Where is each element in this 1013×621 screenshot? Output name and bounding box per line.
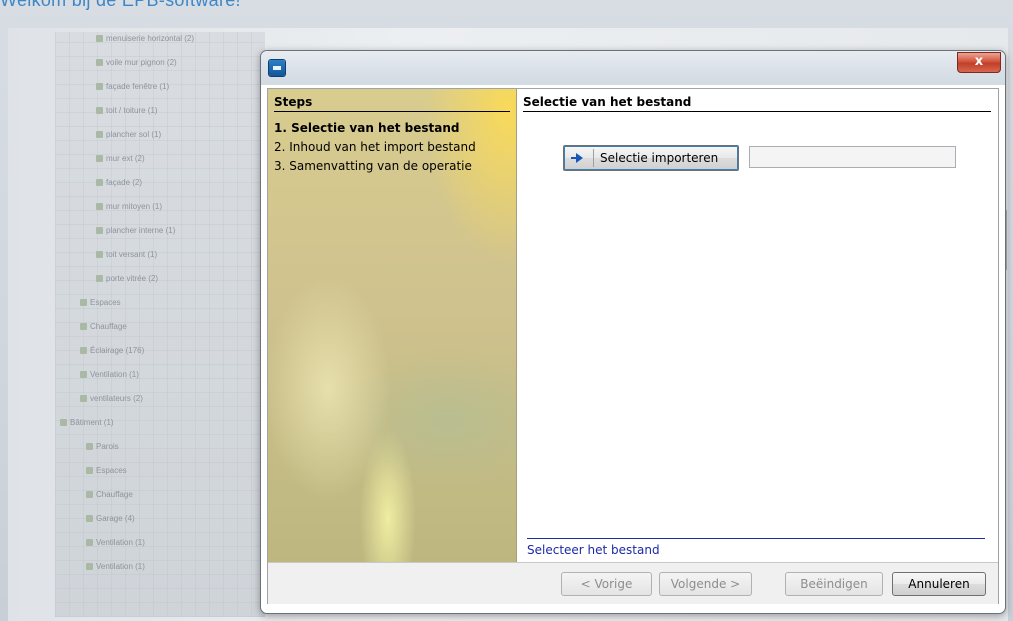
background-tree-item: Ventilation (1) bbox=[80, 370, 139, 379]
steps-header: Steps bbox=[274, 95, 510, 112]
button-separator bbox=[593, 149, 594, 167]
background-tree-item: façade fenêtre (1) bbox=[96, 82, 169, 91]
import-wizard-dialog: x Steps 1. Selectie van het bestand 2. I… bbox=[260, 50, 1006, 614]
wizard-content: Steps 1. Selectie van het bestand 2. Inh… bbox=[267, 88, 999, 604]
selected-file-field[interactable] bbox=[749, 146, 956, 168]
app-icon bbox=[269, 60, 285, 76]
background-tree-item: Espaces bbox=[86, 466, 127, 475]
background-tree-item: toit versant (1) bbox=[96, 250, 157, 259]
next-button[interactable]: Volgende > bbox=[659, 572, 752, 596]
background-tree-item: Garage (4) bbox=[86, 514, 135, 523]
background-tree-item: Éclairage (176) bbox=[80, 346, 144, 355]
main-header: Selectie van het bestand bbox=[523, 95, 991, 112]
background-tree-item: voile mur pignon (2) bbox=[96, 58, 177, 67]
status-message: Selecteer het bestand bbox=[527, 538, 985, 557]
background-tree-item: ventilateurs (2) bbox=[80, 394, 143, 403]
step-3: 3. Samenvatting van de operatie bbox=[274, 159, 472, 173]
background-tree-item: Parois bbox=[86, 442, 119, 451]
import-selection-button[interactable]: Selectie importeren bbox=[563, 145, 739, 171]
background-tree-item: mur ext (2) bbox=[96, 154, 145, 163]
dialog-titlebar[interactable]: x bbox=[261, 51, 1005, 85]
background-title: Welkom bij de EPB-software! bbox=[0, 0, 241, 10]
background-tree-item: toit / toiture (1) bbox=[96, 106, 158, 115]
cancel-button[interactable]: Annuleren bbox=[892, 572, 986, 596]
background-tree-item: menuiserie horizontal (2) bbox=[96, 34, 194, 43]
main-panel: Selectie van het bestand Selectie import… bbox=[517, 89, 998, 562]
background-tree-item: porte vitrée (2) bbox=[96, 274, 158, 283]
background-tree-item: plancher sol (1) bbox=[96, 130, 161, 139]
finish-button[interactable]: Beëindigen bbox=[785, 572, 883, 596]
steps-panel: Steps 1. Selectie van het bestand 2. Inh… bbox=[268, 89, 517, 562]
background-tree-item: Espaces bbox=[80, 298, 121, 307]
step-1: 1. Selectie van het bestand bbox=[274, 121, 460, 135]
background-tree-item: plancher interne (1) bbox=[96, 226, 175, 235]
import-button-label: Selectie importeren bbox=[600, 151, 719, 165]
close-button[interactable]: x bbox=[957, 52, 1001, 73]
previous-button[interactable]: < Vorige bbox=[561, 572, 652, 596]
background-tree-item: Chauffage bbox=[86, 490, 133, 499]
wizard-footer: < Vorige Volgende > Beëindigen Annuleren bbox=[268, 562, 998, 604]
background-tree: menuiserie horizontal (2) voile mur pigno… bbox=[55, 32, 265, 617]
background-tree-item: mur mitoyen (1) bbox=[96, 202, 162, 211]
background-tree-item: Ventilation (1) bbox=[86, 562, 145, 571]
background-tree-item: Bâtiment (1) bbox=[60, 418, 114, 427]
step-2: 2. Inhoud van het import bestand bbox=[274, 140, 476, 154]
background-tree-item: Ventilation (1) bbox=[86, 538, 145, 547]
background-tree-item: façade (2) bbox=[96, 178, 142, 187]
background-tree-item: Chauffage bbox=[80, 322, 127, 331]
import-arrow-icon bbox=[571, 150, 587, 166]
